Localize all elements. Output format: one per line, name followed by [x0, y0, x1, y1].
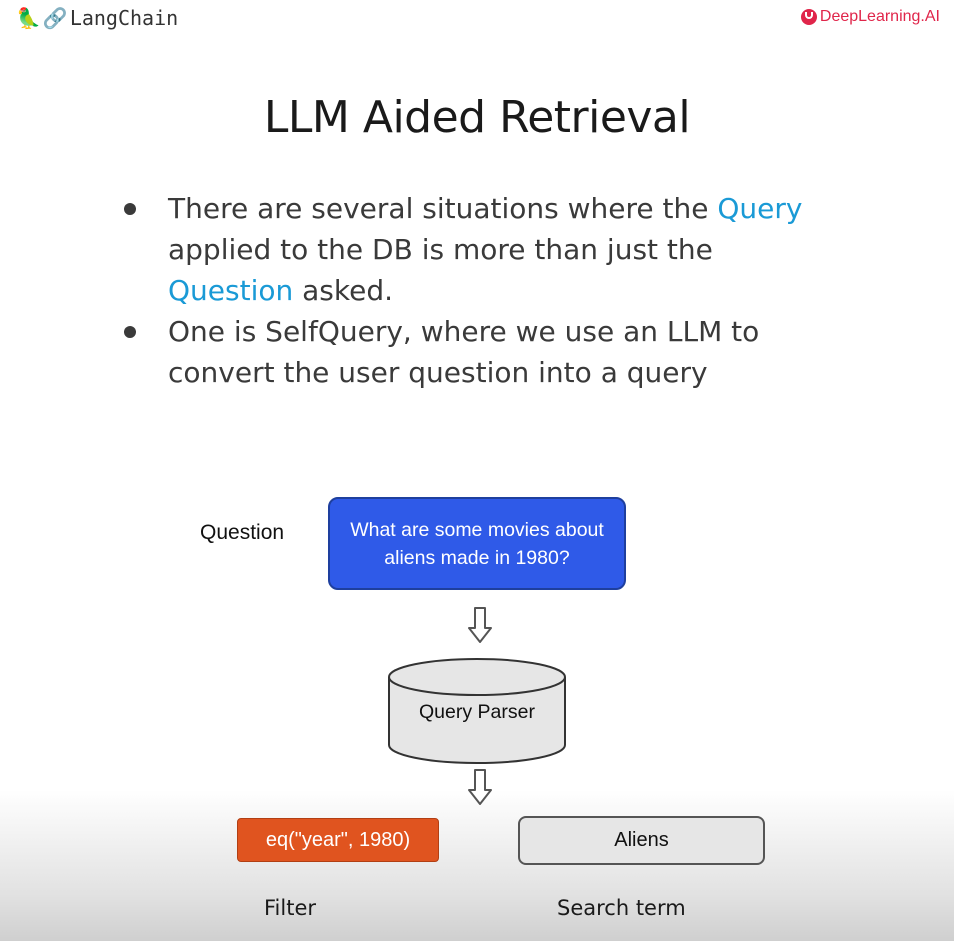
- bullet-list: There are several situations where the Q…: [120, 188, 840, 393]
- filter-box: eq("year", 1980): [237, 818, 439, 862]
- question-box: What are some movies about aliens made i…: [328, 497, 626, 590]
- filter-label: Filter: [264, 896, 317, 920]
- slide-title: LLM Aided Retrieval: [263, 92, 691, 143]
- down-arrow-icon: [468, 607, 492, 643]
- bullet-text: applied to the DB is more than just the: [168, 233, 713, 266]
- link-icon: 🔗: [42, 6, 68, 30]
- langchain-logo: 🦜 🔗 LangChain: [16, 4, 178, 32]
- bottom-gradient: [0, 790, 954, 941]
- deeplearning-ai-icon: [800, 9, 817, 25]
- bullet-text: There are several situations where the: [168, 192, 718, 225]
- deeplearning-ai-logo: DeepLearning.AI: [800, 6, 940, 28]
- query-parser-label: Query Parser: [419, 701, 535, 723]
- langchain-logo-text: LangChain: [69, 6, 179, 30]
- bullet-item: There are several situations where the Q…: [120, 188, 840, 311]
- down-arrow-icon: [468, 769, 492, 805]
- deeplearning-ai-logo-text: DeepLearning.AI: [819, 8, 940, 25]
- question-text: What are some movies about aliens made i…: [350, 518, 604, 569]
- search-term-label: Search term: [557, 896, 686, 920]
- bullet-item: One is SelfQuery, where we use an LLM to…: [120, 311, 840, 393]
- bullet-text: One is SelfQuery, where we use an LLM to…: [168, 315, 760, 389]
- highlighted-term: Question: [168, 274, 294, 307]
- filter-text: eq("year", 1980): [265, 828, 411, 851]
- bullet-text: asked.: [293, 274, 393, 307]
- question-label: Question: [200, 521, 285, 544]
- search-term-box: Aliens: [518, 816, 765, 865]
- search-term-text: Aliens: [614, 829, 669, 851]
- parrot-icon: 🦜: [16, 6, 41, 30]
- highlighted-term: Query: [717, 192, 803, 225]
